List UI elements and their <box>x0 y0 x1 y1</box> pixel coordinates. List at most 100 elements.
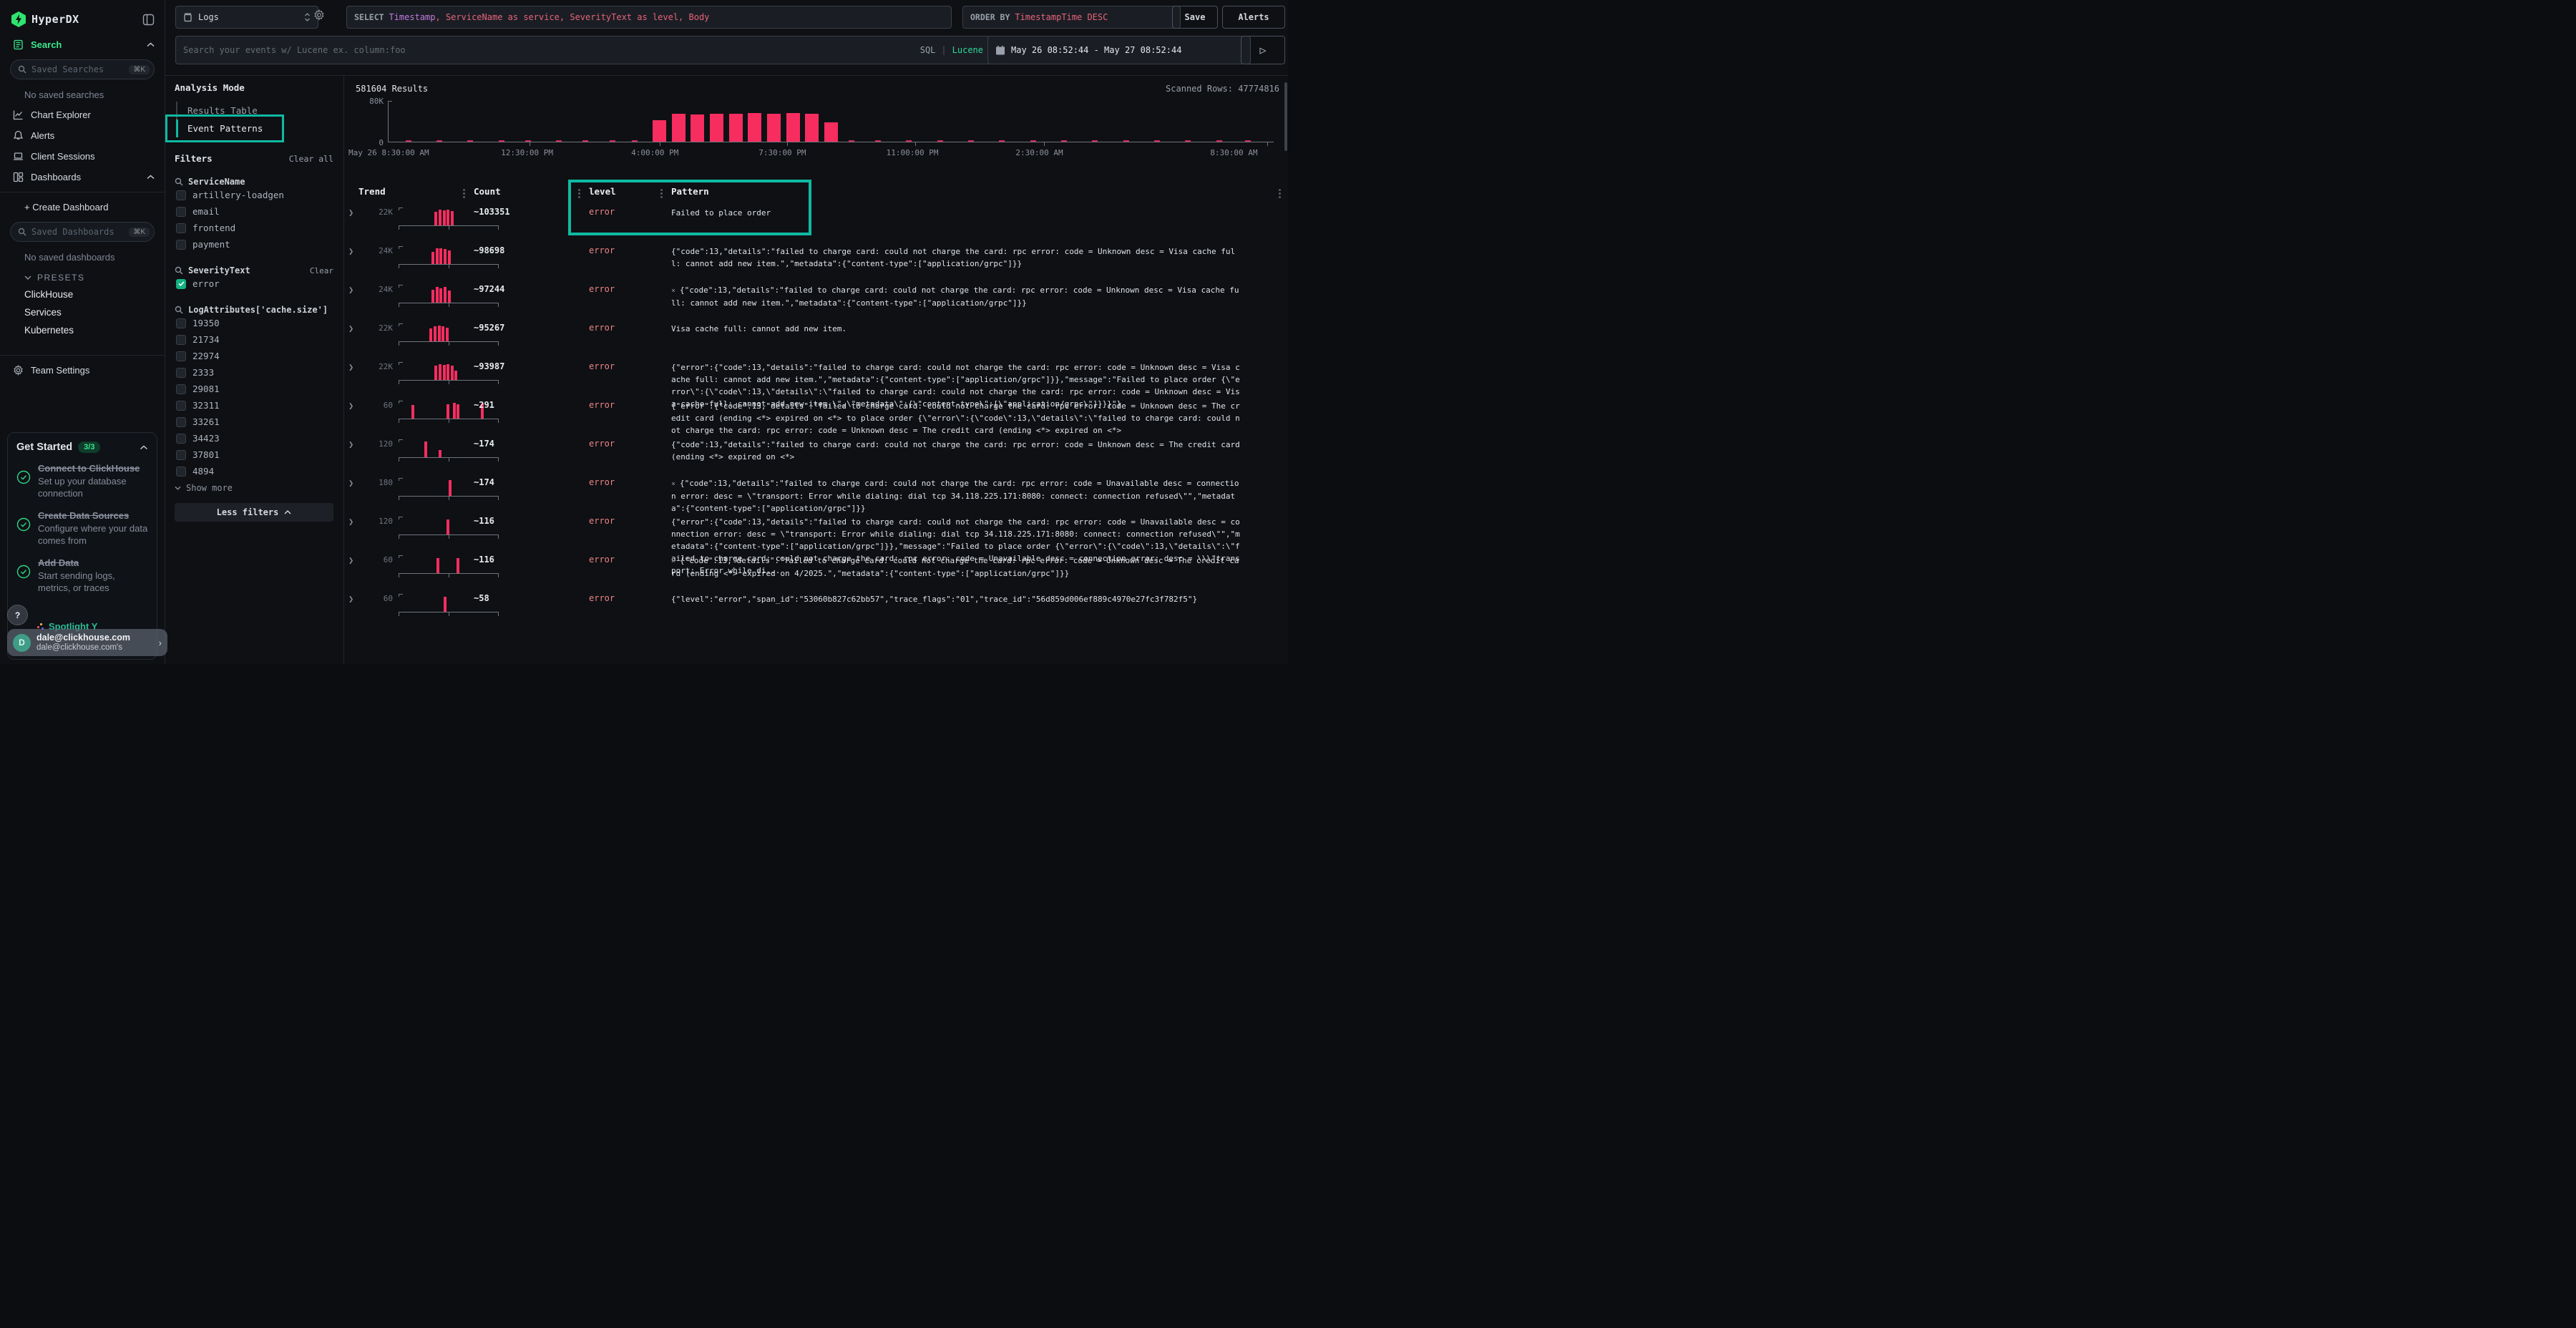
table-row[interactable]: ❯24K~98698error{"code":13,"details":"fai… <box>344 245 1288 273</box>
row-expand-chevron[interactable]: ❯ <box>348 439 353 449</box>
less-filters-button[interactable]: Less filters <box>175 503 333 522</box>
checkbox[interactable] <box>176 223 186 233</box>
checkbox[interactable] <box>176 434 186 444</box>
row-expand-chevron[interactable]: ❯ <box>348 517 353 527</box>
alerts-button[interactable]: Alerts <box>1222 6 1285 29</box>
checkbox[interactable] <box>176 450 186 460</box>
saved-dashboards-input[interactable]: Saved Dashboards ⌘K <box>10 222 155 242</box>
sidebar-item-team-settings[interactable]: Team Settings <box>0 360 165 381</box>
source-settings-gear-icon[interactable] <box>313 9 325 21</box>
save-button[interactable]: Save <box>1172 6 1218 29</box>
histogram-bar[interactable] <box>653 120 666 142</box>
get-started-item[interactable]: Add DataStart sending logs, metrics, or … <box>16 557 148 595</box>
checkbox[interactable] <box>176 417 186 427</box>
histogram-bar[interactable] <box>767 114 781 142</box>
filter-option[interactable]: 37801 <box>175 446 333 463</box>
show-more-button[interactable]: Show more <box>175 479 333 493</box>
dismiss-x-icon[interactable]: × <box>671 480 675 488</box>
checkbox[interactable] <box>176 190 186 200</box>
lucene-mode-toggle[interactable]: Lucene <box>952 45 983 55</box>
run-query-button[interactable]: ▷ <box>1241 36 1285 64</box>
filter-option[interactable]: 4894 <box>175 463 333 479</box>
sidebar-item-chart-explorer[interactable]: Chart Explorer <box>0 104 165 125</box>
sidebar-item-client-sessions[interactable]: Client Sessions <box>0 146 165 167</box>
column-header-level[interactable]: level <box>589 186 616 197</box>
row-expand-chevron[interactable]: ❯ <box>348 246 353 256</box>
user-menu[interactable]: D dale@clickhouse.com dale@clickhouse.co… <box>7 629 167 656</box>
date-range-picker[interactable]: May 26 08:52:44 - May 27 08:52:44 <box>987 36 1251 64</box>
row-expand-chevron[interactable]: ❯ <box>348 323 353 333</box>
dismiss-x-icon[interactable]: × <box>671 287 675 295</box>
preset-kubernetes[interactable]: Kubernetes <box>0 321 165 339</box>
sidebar-item-search[interactable]: Search <box>0 34 165 55</box>
create-dashboard-button[interactable]: + Create Dashboard <box>0 197 165 218</box>
presets-section[interactable]: PRESETS <box>0 267 165 285</box>
preset-services[interactable]: Services <box>0 303 165 321</box>
chevron-up-icon[interactable] <box>147 175 155 180</box>
table-row[interactable]: ❯60~58error{"level":"error","span_id":"5… <box>344 592 1288 621</box>
row-expand-chevron[interactable]: ❯ <box>348 594 353 604</box>
analysis-mode-event-patterns[interactable]: Event Patterns <box>176 119 333 137</box>
histogram-bar[interactable] <box>691 114 704 142</box>
filter-option[interactable]: error <box>175 275 333 292</box>
filter-option[interactable]: 22974 <box>175 348 333 364</box>
drag-handle-icon[interactable] <box>463 189 465 191</box>
checkbox[interactable] <box>176 279 186 289</box>
checkbox[interactable] <box>176 384 186 394</box>
order-by-input[interactable]: ORDER BY TimestampTime DESC <box>962 6 1181 29</box>
table-row[interactable]: ❯120~116error{"error":{"code":13,"detail… <box>344 515 1288 544</box>
drag-handle-icon[interactable] <box>660 189 663 191</box>
results-histogram[interactable]: 80K 0 May 26 8:30:00 AM12:30:00 PM4:00:0… <box>388 101 1274 142</box>
checkbox[interactable] <box>176 467 186 477</box>
filter-option[interactable]: 21734 <box>175 331 333 348</box>
get-started-item[interactable]: Connect to ClickHouseSet up your databas… <box>16 463 148 500</box>
saved-searches-input[interactable]: Saved Searches ⌘K <box>10 59 155 79</box>
table-row[interactable]: ❯24K~97244error×{"code":13,"details":"fa… <box>344 283 1288 312</box>
get-started-item[interactable]: Create Data SourcesConfigure where your … <box>16 510 148 547</box>
sidebar-item-dashboards[interactable]: Dashboards <box>0 167 165 187</box>
histogram-bar[interactable] <box>786 113 800 142</box>
table-row[interactable]: ❯22K~95267errorVisa cache full: cannot a… <box>344 322 1288 351</box>
filter-option[interactable]: 34423 <box>175 430 333 446</box>
column-header-count[interactable]: Count <box>474 186 501 197</box>
row-expand-chevron[interactable]: ❯ <box>348 401 353 411</box>
row-expand-chevron[interactable]: ❯ <box>348 208 353 218</box>
checkbox[interactable] <box>176 318 186 328</box>
clear-filter-button[interactable]: Clear <box>310 266 333 275</box>
chevron-up-icon[interactable] <box>147 42 155 47</box>
preset-clickhouse[interactable]: ClickHouse <box>0 285 165 303</box>
filter-option[interactable]: 33261 <box>175 414 333 430</box>
table-row[interactable]: ❯60~291error{"error":{"code":13,"details… <box>344 399 1288 428</box>
help-button[interactable]: ? <box>7 605 28 625</box>
row-expand-chevron[interactable]: ❯ <box>348 362 353 372</box>
filter-option[interactable]: 32311 <box>175 397 333 414</box>
histogram-bar[interactable] <box>805 114 819 142</box>
filter-option[interactable]: artillery-loadgen <box>175 187 333 203</box>
filter-option[interactable]: email <box>175 203 333 220</box>
chevron-up-icon[interactable] <box>140 445 148 450</box>
table-row[interactable]: ❯120~174error{"code":13,"details":"faile… <box>344 438 1288 467</box>
event-search-input[interactable]: Search your events w/ Lucene ex. column:… <box>175 36 991 64</box>
table-row[interactable]: ❯22K~103351errorFailed to place order <box>344 206 1288 235</box>
table-row[interactable]: ❯60~116error×{"code":13,"details":"faile… <box>344 554 1288 582</box>
checkbox[interactable] <box>176 335 186 345</box>
table-row[interactable]: ❯22K~93987error{"error":{"code":13,"deta… <box>344 361 1288 389</box>
table-row[interactable]: ❯180~174error×{"code":13,"details":"fail… <box>344 477 1288 505</box>
checkbox[interactable] <box>176 351 186 361</box>
row-expand-chevron[interactable]: ❯ <box>348 555 353 565</box>
source-select[interactable]: Logs <box>175 6 318 29</box>
sidebar-collapse-icon[interactable] <box>142 14 155 26</box>
drag-handle-icon[interactable] <box>578 189 580 191</box>
filter-option[interactable]: payment <box>175 236 333 253</box>
filter-option[interactable]: frontend <box>175 220 333 236</box>
filter-option[interactable]: 29081 <box>175 381 333 397</box>
analysis-mode-results-table[interactable]: Results Table <box>176 102 333 119</box>
dismiss-x-icon[interactable]: × <box>671 557 675 565</box>
column-header-pattern[interactable]: Pattern <box>671 186 709 197</box>
sql-mode-toggle[interactable]: SQL <box>920 45 936 55</box>
row-expand-chevron[interactable]: ❯ <box>348 285 353 295</box>
select-clause-input[interactable]: SELECT Timestamp, ServiceName as service… <box>346 6 952 29</box>
row-expand-chevron[interactable]: ❯ <box>348 478 353 488</box>
checkbox[interactable] <box>176 368 186 378</box>
filter-option[interactable]: 19350 <box>175 315 333 331</box>
